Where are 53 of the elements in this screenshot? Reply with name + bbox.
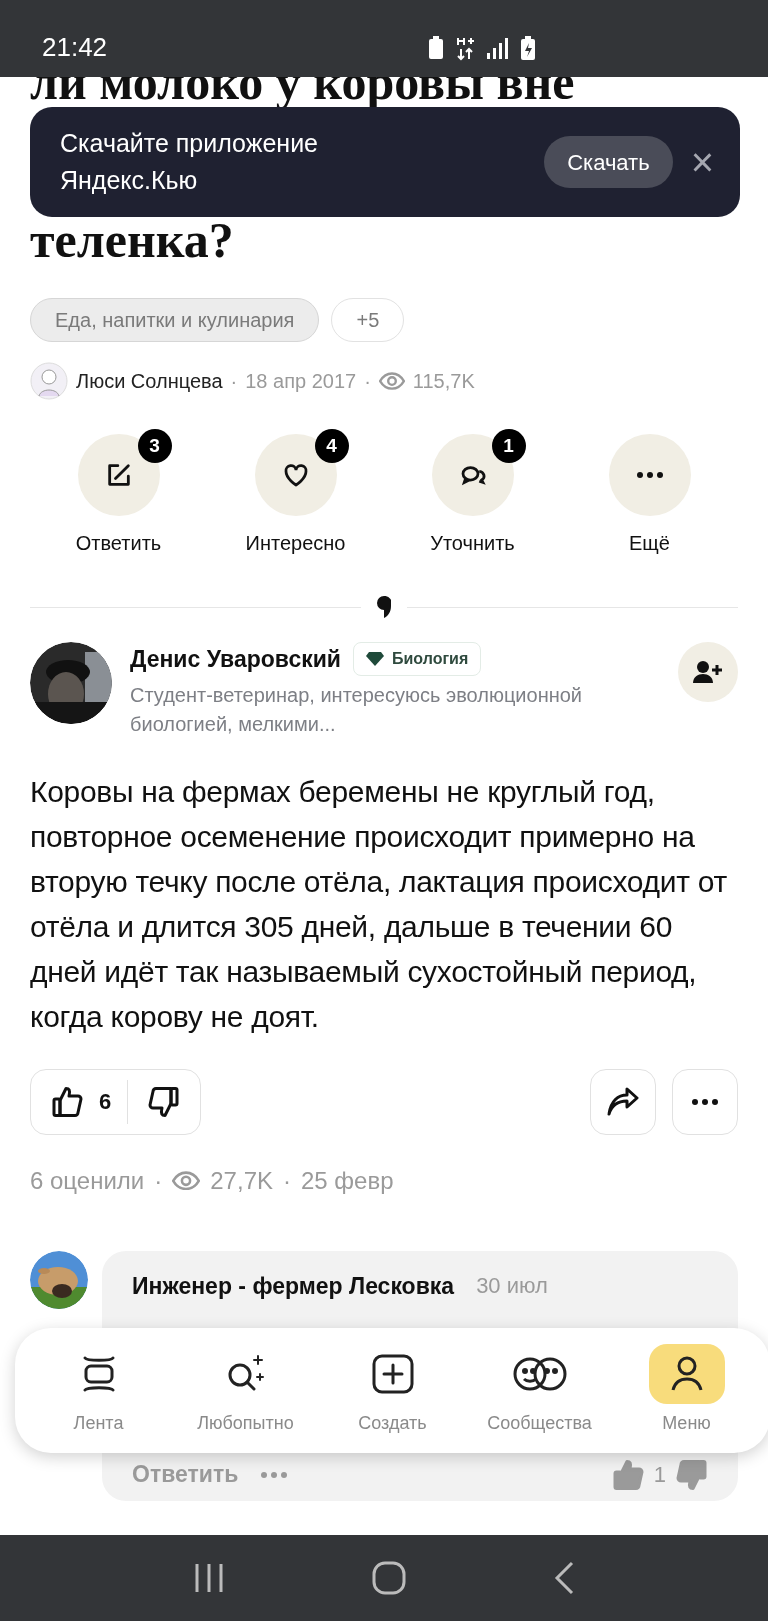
nav-tab[interactable]: Лента bbox=[25, 1344, 172, 1437]
plus-square-icon bbox=[370, 1353, 415, 1395]
avatar-icon bbox=[30, 362, 68, 400]
action-button[interactable]: Ещё bbox=[561, 434, 738, 558]
count-badge: 4 bbox=[314, 429, 349, 463]
more-button[interactable] bbox=[672, 1068, 738, 1135]
author-bio: Студент-ветеринар, интересуюсь эволюционной биологией, мелкими... bbox=[130, 682, 584, 737]
view-count: 115,7K bbox=[412, 369, 475, 394]
add-user-icon bbox=[693, 661, 723, 683]
view-count: 27,7K bbox=[210, 1165, 273, 1196]
share-icon bbox=[606, 1086, 640, 1117]
topic-tag[interactable]: Еда, напитки и кулинария bbox=[30, 298, 320, 342]
quote-mark-icon bbox=[377, 596, 391, 618]
eye-icon bbox=[378, 371, 405, 391]
separator-dot: · bbox=[230, 369, 238, 394]
author-name[interactable]: Люси Солнцева bbox=[76, 366, 223, 396]
close-button[interactable]: × bbox=[690, 142, 714, 182]
banner-text: Яндекс.Кью bbox=[60, 165, 199, 196]
banner-text: Скачайте приложение bbox=[60, 128, 318, 159]
like-count: 1 bbox=[653, 1461, 666, 1489]
answer-author[interactable]: Денис Уваровский bbox=[130, 642, 341, 677]
answer-date: 25 февр bbox=[301, 1165, 394, 1196]
like-count: 6 bbox=[99, 1088, 112, 1116]
download-button[interactable]: Скачать bbox=[544, 136, 673, 188]
rating-count: 6 оценили bbox=[30, 1165, 145, 1196]
clock: 21:42 bbox=[42, 31, 108, 64]
answer-text: Коровы на фермах беремены не круглый год, повторное осеменение происходит примерно на вторую течку после отёла, лактация происходит от отёла и длится 305 дней, дальше в течении 60 дней идёт так называемый сухостойный период, когда корову не доят. bbox=[30, 773, 728, 1035]
nav-tab[interactable]: Меню bbox=[613, 1344, 760, 1437]
separator-dot: · bbox=[283, 1165, 291, 1196]
nav-tab[interactable]: Сообщества bbox=[466, 1344, 613, 1437]
nav-tab[interactable]: Создать bbox=[319, 1344, 466, 1437]
signal-icon bbox=[486, 36, 508, 59]
count-badge: 3 bbox=[137, 429, 172, 463]
recent-apps-icon[interactable] bbox=[193, 1562, 225, 1594]
topic-badge: Биология bbox=[353, 642, 482, 677]
more-icon bbox=[635, 471, 664, 479]
comment-date: 30 июл bbox=[476, 1272, 548, 1301]
question-date: 18 апр 2017 bbox=[245, 369, 357, 394]
back-icon[interactable] bbox=[553, 1561, 575, 1595]
eye-icon bbox=[172, 1170, 201, 1191]
gem-icon bbox=[366, 652, 384, 667]
separator-dot: · bbox=[154, 1165, 163, 1196]
more-icon bbox=[691, 1097, 719, 1106]
comment-author[interactable]: Инженер - фермер Лесковка bbox=[132, 1268, 455, 1303]
battery-charging-icon bbox=[520, 34, 536, 61]
count-badge: 1 bbox=[491, 429, 526, 463]
share-button[interactable] bbox=[590, 1068, 656, 1135]
nav-tab[interactable]: Любопытно bbox=[172, 1344, 319, 1437]
more-icon bbox=[260, 1470, 289, 1479]
home-icon[interactable] bbox=[371, 1560, 407, 1596]
separator-dot: · bbox=[364, 369, 371, 394]
question-title: теленка? bbox=[30, 211, 235, 270]
follow-button[interactable] bbox=[678, 642, 738, 702]
